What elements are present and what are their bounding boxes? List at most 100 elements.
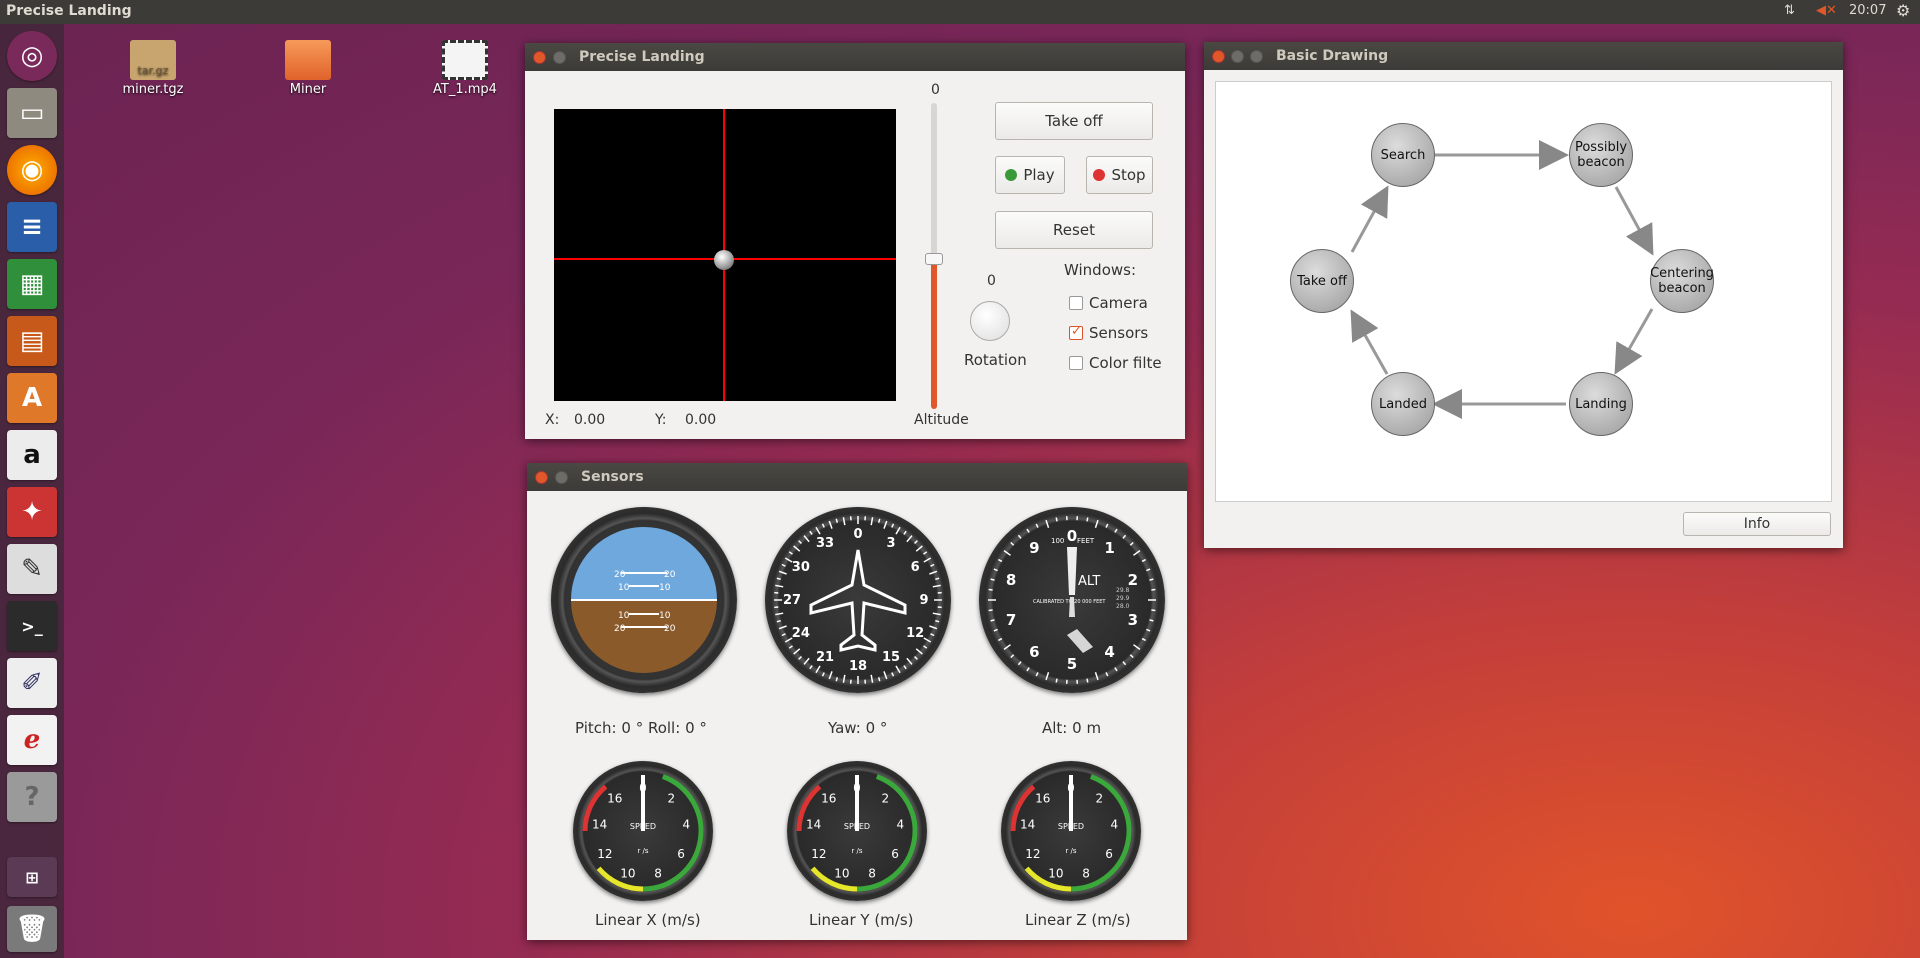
heading-tickmark [906,535,913,543]
editor-icon[interactable]: ✎ [7,544,57,594]
heading-tick: 12 [906,626,924,641]
play-icon [1005,169,1018,181]
desktop-icon-miner-folder[interactable]: Miner [263,40,353,97]
state-node-landing[interactable]: Landing [1569,372,1633,436]
files-icon[interactable]: ▭ [7,88,57,138]
heading-tickmark [828,671,833,680]
x-value: 0.00 [574,412,606,428]
gimp-icon[interactable]: ✐ [7,658,57,708]
calc-icon[interactable]: ▦ [7,259,57,309]
help-icon[interactable]: ? [7,772,57,822]
info-button[interactable]: Info [1683,512,1831,536]
maximize-icon[interactable] [1250,50,1263,63]
desktop-icon-miner-tgz[interactable]: tar.gz miner.tgz [108,40,198,97]
state-node-landed[interactable]: Landed [1371,372,1435,436]
gear-icon[interactable]: ⚙ [1896,1,1910,20]
state-node-search[interactable]: Search [1371,123,1435,187]
close-icon[interactable] [1212,50,1225,63]
alt-tickmark [988,588,993,591]
heading-tickmark [930,633,935,637]
colorfilter-checkbox[interactable] [1069,356,1083,370]
desktop-icon-at1-mp4[interactable]: AT_1.mp4 [420,40,510,97]
heading-tickmark [798,540,802,544]
alt-tick: 7 [1006,611,1016,629]
horizon-mark: 20 [664,570,676,580]
speed-tick: 6 [1105,847,1113,861]
yaw-label: Yaw: [828,719,861,737]
workspaces-icon[interactable]: ⊞ [7,857,57,897]
alt-value: 0 [1072,719,1082,737]
state-node-possibly-beacon[interactable]: Possibly beacon [1569,123,1633,187]
precise-landing-window: Precise Landing X: 0.00 Y: 0.00 0 Altitu… [525,43,1185,439]
alt-tick: 2 [1128,571,1138,589]
heading-tickmark [781,633,786,637]
reader-icon[interactable]: ℯ [7,715,57,765]
speed-unit: r /s [851,847,862,855]
heading-tickmark [932,612,941,616]
alt-tick: 0 [1067,527,1077,545]
play-button[interactable]: Play [995,156,1065,194]
alt-tickmark [998,558,1003,563]
heading-tick: 30 [792,560,810,575]
heading-tick: 18 [849,659,867,674]
alt-needle-short [1069,597,1075,617]
heading-tickmark [781,563,786,567]
altitude-slider[interactable] [925,103,943,409]
video-icon [442,40,488,80]
heading-tickmark [895,526,901,535]
takeoff-button[interactable]: Take off [995,102,1153,140]
close-icon[interactable] [533,51,546,64]
state-node-centering-beacon[interactable]: Centering beacon [1650,249,1714,313]
heading-tick: 0 [853,527,862,542]
alt-tickmark [1017,534,1022,539]
alt-unit: m [1086,719,1102,737]
alt-tick: 8 [1006,571,1016,589]
speed-unit: r /s [637,847,648,855]
minimize-icon[interactable] [555,471,568,484]
deg-unit: ° [879,719,888,737]
writer-icon[interactable]: ≡ [7,202,57,252]
speed-tick: 14 [806,817,821,831]
state-node-take-off[interactable]: Take off [1290,249,1354,313]
minimize-icon[interactable] [1231,50,1244,63]
pitch-value: 0 [621,719,631,737]
sensors-checkbox[interactable] [1069,324,1083,340]
stop-button[interactable]: Stop [1086,156,1153,194]
network-icon[interactable]: ⇅ [1784,3,1795,18]
trash-icon[interactable]: 🗑 [7,906,57,952]
speed-unit: r /s [1065,847,1076,855]
alt-tickmark [988,609,993,612]
heading-tickmark [903,665,907,670]
amazon-icon[interactable]: a [7,430,57,480]
minimize-icon[interactable] [553,51,566,64]
altitude-slider-handle[interactable] [925,253,943,265]
clock[interactable]: 20:07 [1849,3,1886,18]
alt-tickmark [1122,534,1127,539]
rotation-dial[interactable] [970,301,1010,341]
linear-z-label: Linear Z (m/s) [1025,911,1131,929]
heading-tickmark [923,557,932,563]
heading-tickmark [835,518,839,523]
terminal-icon[interactable]: >_ [7,601,57,651]
heading-tickmark [775,584,784,588]
y-label: Y: [655,412,667,428]
windows-label: Windows: [1064,261,1137,279]
alt-tick: 1 [1104,539,1114,557]
ubuntu-icon[interactable]: ◎ [7,31,57,81]
speed-tick: 12 [811,847,826,861]
alt-tickmark [1003,550,1011,556]
speed-tick: 4 [683,817,691,831]
close-icon[interactable] [535,471,548,484]
firefox-icon[interactable]: ◉ [7,145,57,195]
alt-tickmark [1094,519,1099,528]
volume-muted-icon[interactable]: ◀✕ [1816,3,1837,18]
settings-icon[interactable]: ✦ [7,487,57,537]
heading-indicator: 0 3 6 9 12 15 18 21 24 27 30 33 [765,507,951,693]
software-icon[interactable]: A [7,373,57,423]
impress-icon[interactable]: ▤ [7,316,57,366]
camera-checkbox[interactable] [1069,296,1083,310]
reset-button[interactable]: Reset [995,211,1153,249]
speed-tick: 10 [834,866,849,880]
heading-tickmark [914,656,918,660]
heading-tickmark [923,645,928,649]
